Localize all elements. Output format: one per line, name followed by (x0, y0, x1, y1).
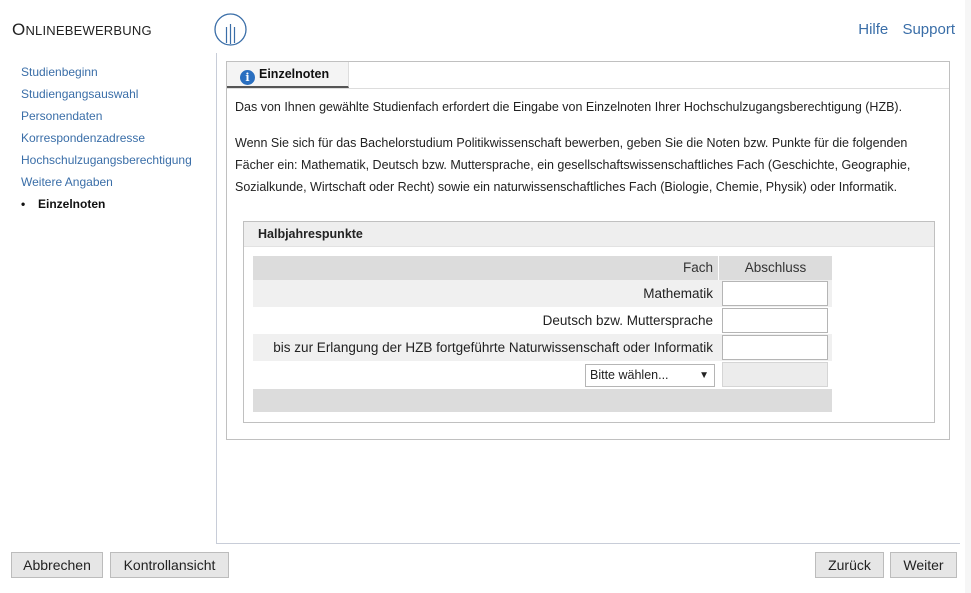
content-area: i Einzelnoten Das von Ihnen gewählte Stud… (216, 53, 960, 544)
app-title: Onlinebewerbung (12, 20, 152, 40)
help-link[interactable]: Hilfe (858, 21, 888, 38)
deutsch-grade-input[interactable] (722, 308, 828, 333)
row-label-deutsch: Deutsch bzw. Muttersprache (542, 313, 713, 328)
column-header-fach: Fach (682, 260, 713, 275)
column-header-abschluss: Abschluss (718, 256, 832, 280)
cancel-button[interactable]: Abbrechen (11, 552, 103, 578)
university-logo-icon (214, 13, 247, 46)
table-header-row: Fach Abschluss (253, 256, 832, 280)
naturwissenschaft-grade-input[interactable] (722, 335, 828, 360)
table-row: Deutsch bzw. Muttersprache (253, 307, 832, 334)
halbjahrespunkte-group: Halbjahrespunkte Fach Abschluss Mathemat… (243, 221, 935, 423)
tab-label: Einzelnoten (259, 67, 330, 81)
tab-divider (227, 88, 949, 89)
sidebar-item-studiengangsauswahl[interactable]: Studiengangsauswahl (21, 87, 211, 109)
subject-select[interactable]: Bitte wählen... ▼ (585, 364, 715, 387)
scrollbar[interactable] (965, 0, 971, 593)
table-row: Mathematik (253, 280, 832, 307)
review-button[interactable]: Kontrollansicht (110, 552, 229, 578)
additional-subject-grade-input (722, 362, 828, 387)
mathematik-grade-input[interactable] (722, 281, 828, 306)
subject-select-value: Bitte wählen... (590, 368, 669, 382)
row-label-naturwissenschaft: bis zur Erlangung der HZB fortgeführte N… (273, 340, 713, 355)
sidebar-item-hochschulzugangsberechtigung[interactable]: Hochschulzugangsberechtigung (21, 153, 211, 175)
grades-table: Fach Abschluss Mathematik Deutsch bzw. M… (253, 256, 832, 412)
sidebar-nav: Studienbeginn Studiengangsauswahl Person… (21, 65, 211, 219)
tab-einzelnoten[interactable]: i Einzelnoten (227, 62, 349, 88)
sidebar-item-korrespondenzadresse[interactable]: Korrespondenzadresse (21, 131, 211, 153)
back-button[interactable]: Zurück (815, 552, 884, 578)
next-button[interactable]: Weiter (890, 552, 957, 578)
caret-down-icon: ▼ (699, 370, 709, 381)
table-footer (253, 389, 832, 412)
einzelnoten-panel: i Einzelnoten Das von Ihnen gewählte Stud… (226, 61, 950, 440)
sidebar-item-weitere-angaben[interactable]: Weitere Angaben (21, 175, 211, 197)
sidebar-item-personendaten[interactable]: Personendaten (21, 109, 211, 131)
sidebar-item-studienbeginn[interactable]: Studienbeginn (21, 65, 211, 87)
top-links: Hilfe Support (848, 21, 955, 38)
app-title-rest: nlinebewerbung (25, 23, 152, 38)
info-icon: i (240, 70, 255, 85)
table-row: bis zur Erlangung der HZB fortgeführte N… (253, 334, 832, 361)
sidebar-item-einzelnoten: Einzelnoten (21, 197, 211, 219)
intro-paragraph: Das von Ihnen gewählte Studienfach erfor… (235, 100, 903, 114)
group-title: Halbjahrespunkte (244, 222, 934, 247)
app-title-initial: O (12, 20, 26, 39)
instructions-paragraph: Wenn Sie sich für das Bachelorstudium Po… (235, 136, 911, 194)
row-label-mathematik: Mathematik (643, 286, 713, 301)
support-link[interactable]: Support (902, 21, 955, 38)
table-row: Bitte wählen... ▼ (253, 361, 832, 388)
subject-select-cell: Bitte wählen... ▼ (253, 361, 718, 388)
